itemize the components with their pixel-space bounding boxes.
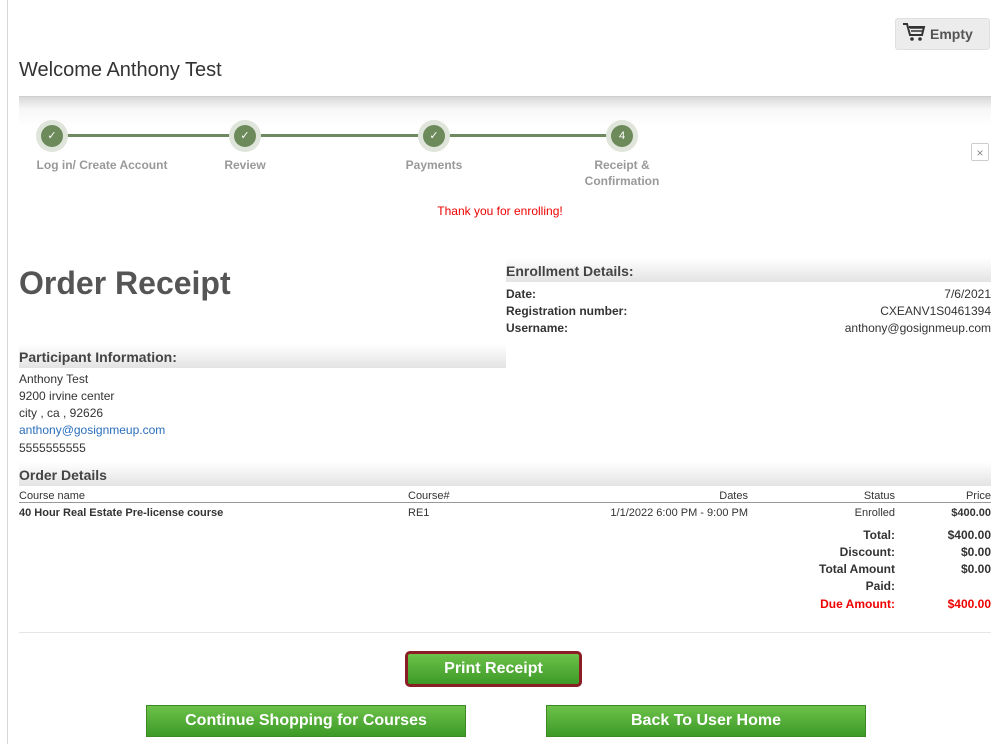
step-number: 4 [611, 125, 633, 147]
username-label: Username: [506, 321, 569, 335]
date-value: 7/6/2021 [944, 287, 991, 301]
course-name: 40 Hour Real Estate Pre-license course [19, 507, 224, 519]
course-num: RE1 [408, 507, 430, 519]
course-status: Enrolled [854, 507, 895, 519]
due-amount-value: $400.00 [947, 597, 991, 611]
step-4-label: Receipt & Confirmation [562, 157, 682, 189]
registration-value: CXEANV1S0461394 [880, 304, 991, 318]
participant-address1: 9200 irvine center [19, 389, 115, 403]
header-band [19, 96, 991, 127]
registration-label: Registration number: [506, 304, 628, 318]
total-amount-label: Total Amount [819, 562, 895, 576]
step-2-dot: ✓ [229, 120, 261, 152]
step-1-label: Log in/ Create Account [36, 158, 168, 172]
total-amount-value: $0.00 [960, 562, 991, 576]
table-header-rule [19, 502, 991, 503]
enrollment-details-heading: Enrollment Details: [506, 258, 991, 282]
cart-label: Empty [930, 26, 973, 42]
page-title: Order Receipt [19, 265, 231, 301]
course-dates: 1/1/2022 6:00 PM - 9:00 PM [610, 507, 748, 519]
thank-you-message: Thank you for enrolling! [437, 204, 563, 218]
divider [19, 632, 991, 633]
step-3-label: Payments [405, 158, 463, 172]
total-label: Total: [863, 528, 895, 542]
progress-line [52, 134, 624, 137]
participant-email-link[interactable]: anthony@gosignmeup.com [19, 423, 165, 437]
step-4-dot: 4 [606, 120, 638, 152]
step-4-label-line2: Confirmation [584, 174, 660, 188]
close-icon[interactable]: × [971, 143, 989, 161]
username-value: anthony@gosignmeup.com [844, 321, 991, 335]
col-course-num: Course# [408, 490, 450, 502]
col-price: Price [965, 490, 991, 502]
order-details-heading: Order Details [19, 462, 991, 486]
participant-address2: city , ca , 92626 [19, 406, 104, 420]
check-icon: ✓ [234, 125, 256, 147]
col-dates: Dates [719, 490, 748, 502]
step-3-dot: ✓ [418, 120, 450, 152]
left-border [7, 0, 8, 744]
step-1-dot: ✓ [36, 120, 68, 152]
discount-value: $0.00 [960, 545, 991, 559]
back-to-user-home-button[interactable]: Back To User Home [546, 705, 866, 737]
welcome-heading: Welcome Anthony Test [19, 59, 222, 81]
check-icon: ✓ [423, 125, 445, 147]
step-2-label: Review [224, 158, 266, 172]
check-icon: ✓ [41, 125, 63, 147]
col-course-name: Course name [19, 490, 86, 502]
participant-name: Anthony Test [19, 372, 89, 386]
total-value: $400.00 [947, 528, 991, 542]
participant-info-heading: Participant Information: [19, 344, 506, 368]
date-label: Date: [506, 287, 537, 301]
course-price: $400.00 [951, 507, 991, 519]
step-4-label-line1: Receipt & [594, 158, 650, 172]
participant-phone: 5555555555 [19, 441, 86, 455]
due-amount-label: Due Amount: [820, 597, 895, 611]
cart-icon [902, 22, 926, 47]
discount-label: Discount: [839, 545, 895, 559]
print-receipt-button[interactable]: Print Receipt [405, 651, 582, 687]
continue-shopping-button[interactable]: Continue Shopping for Courses [146, 705, 466, 737]
paid-label: Paid: [865, 579, 895, 593]
cart-button[interactable]: Empty [895, 18, 990, 50]
col-status: Status [863, 490, 895, 502]
